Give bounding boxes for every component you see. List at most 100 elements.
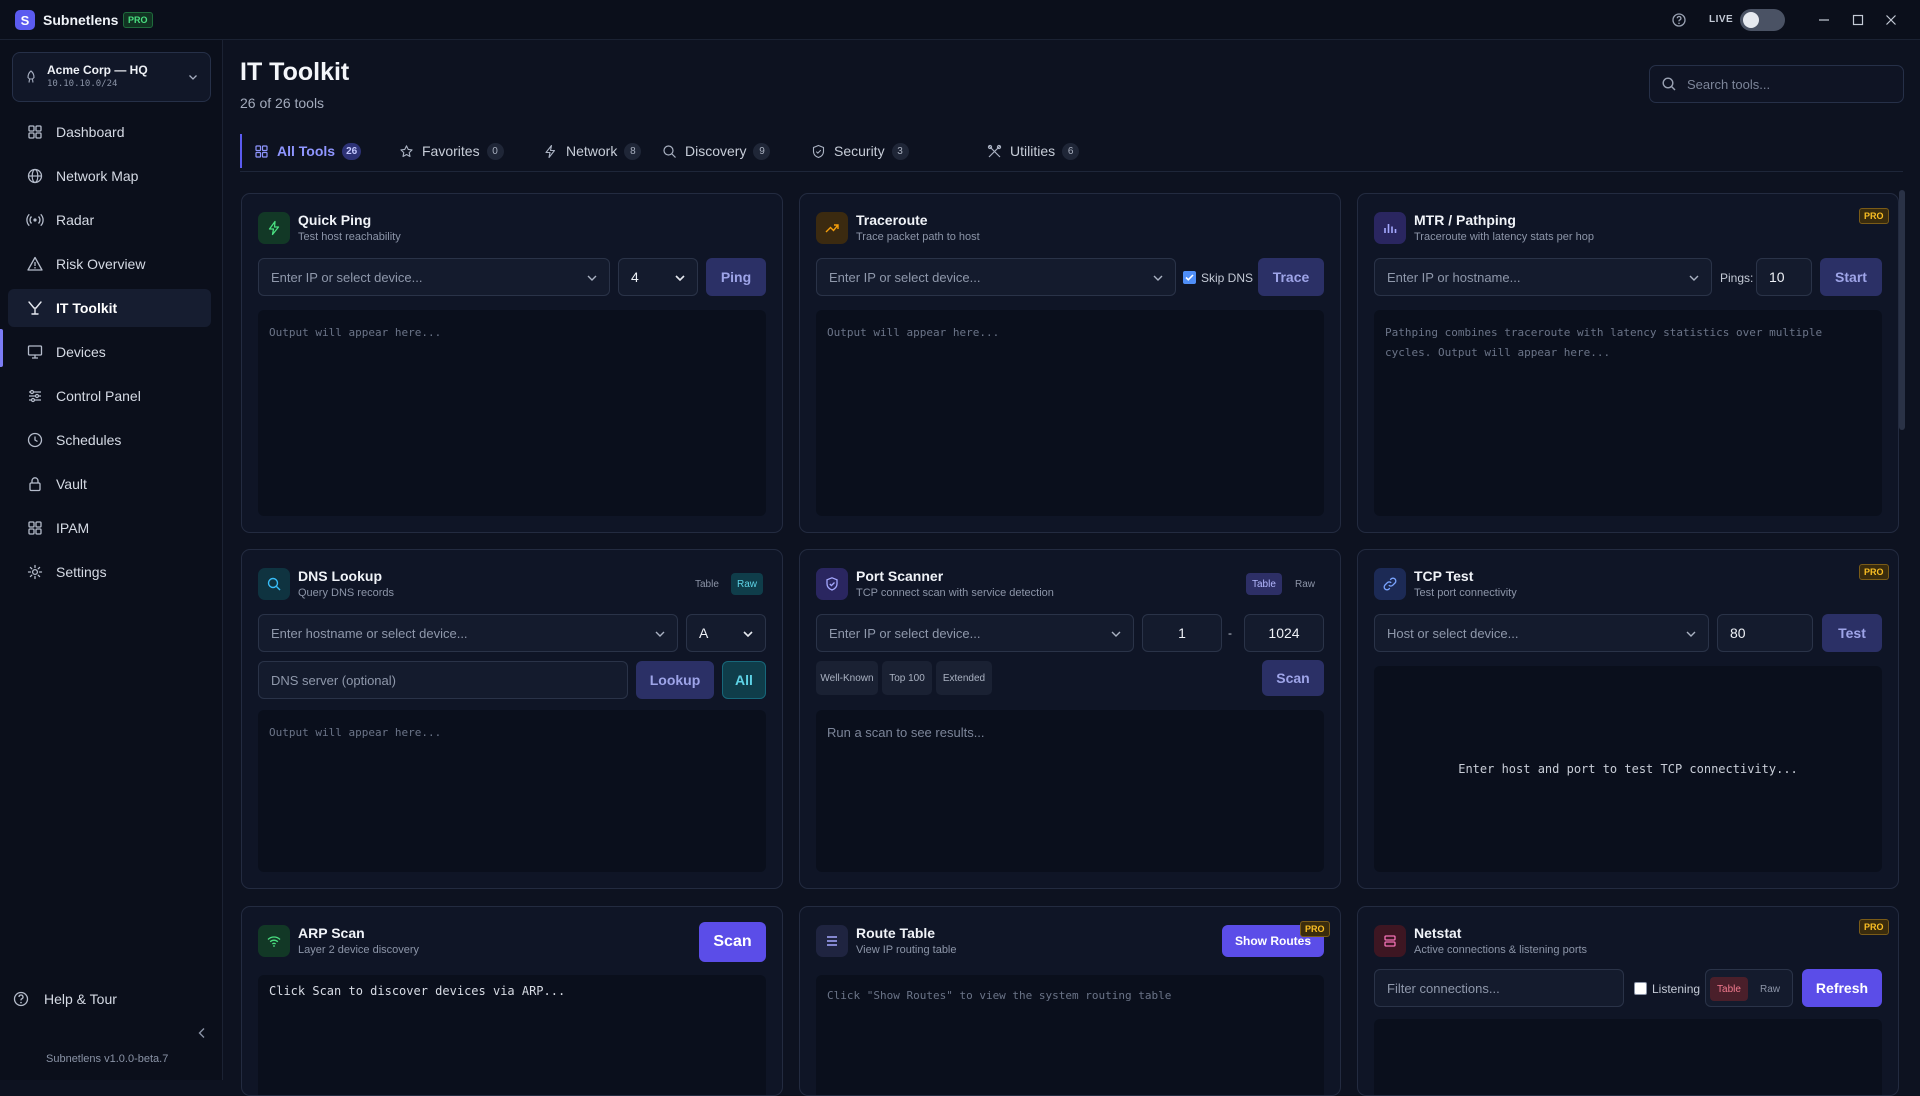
scan-button[interactable]: Scan [1262, 660, 1324, 696]
collapse-sidebar-icon[interactable] [194, 1025, 210, 1041]
dns-target-select[interactable]: Enter hostname or select device... [258, 614, 678, 652]
link-icon [1374, 568, 1406, 600]
sidebar-item-label: Settings [56, 564, 107, 580]
grid-icon [28, 521, 42, 535]
tab-count: 0 [486, 142, 504, 160]
sliders-icon [29, 389, 41, 403]
card-subtitle: Test port connectivity [1414, 587, 1517, 599]
card-title: Port Scanner [856, 568, 944, 584]
sidebar-item-dashboard[interactable]: Dashboard [8, 113, 211, 151]
tab-security[interactable]: Security 3 [797, 130, 909, 172]
site-selector[interactable]: Acme Corp — HQ 10.10.10.0/24 [12, 52, 211, 102]
maximize-icon[interactable] [1850, 12, 1866, 28]
main-scrollbar[interactable] [1899, 190, 1905, 430]
gear-icon [27, 564, 43, 580]
sidebar-item-it-toolkit[interactable]: IT Toolkit [8, 289, 211, 327]
lookup-button[interactable]: Lookup [636, 661, 714, 699]
card-subtitle: View IP routing table [856, 944, 957, 956]
sidebar-item-devices[interactable]: Devices [8, 333, 211, 371]
bar-chart-icon [1374, 212, 1406, 244]
search-input[interactable] [1687, 76, 1887, 92]
sidebar-item-label: Network Map [56, 168, 139, 184]
tab-discovery[interactable]: Discovery 9 [648, 130, 771, 172]
shield-icon [812, 144, 825, 158]
search-icon [663, 144, 676, 158]
field-placeholder: Enter IP or hostname... [1387, 269, 1521, 285]
pro-badge: PRO [1300, 921, 1330, 937]
preset-well-known[interactable]: Well-Known [816, 661, 878, 695]
ping-target-select[interactable]: Enter IP or select device... [258, 258, 610, 296]
live-toggle[interactable] [1740, 9, 1785, 31]
portscan-output: Run a scan to see results... [816, 710, 1324, 872]
view-table-toggle[interactable]: Table [1246, 573, 1282, 595]
sidebar-item-vault[interactable]: Vault [8, 465, 211, 503]
ping-count-select[interactable]: 4 [618, 258, 698, 296]
tab-count: 6 [1062, 142, 1080, 160]
mtr-target-select[interactable]: Enter IP or hostname... [1374, 258, 1712, 296]
sidebar-item-label: Schedules [56, 432, 122, 448]
port-from-input[interactable]: 1 [1142, 614, 1222, 652]
card-subtitle: Active connections & listening ports [1414, 944, 1588, 956]
help-tour-label: Help & Tour [44, 991, 117, 1007]
sidebar-item-network-map[interactable]: Network Map [8, 157, 211, 195]
ping-button[interactable]: Ping [706, 258, 766, 296]
card-subtitle: Test host reachability [298, 231, 401, 243]
warning-icon [27, 256, 43, 271]
category-tabs: All Tools 26 Favorites 0 Network 8 Disco… [240, 130, 1903, 172]
tab-network[interactable]: Network 8 [529, 130, 642, 172]
tab-utilities[interactable]: Utilities 6 [973, 130, 1080, 172]
tools-icon [987, 144, 1002, 157]
sidebar-item-risk-overview[interactable]: Risk Overview [8, 245, 211, 283]
tcp-host-select[interactable]: Host or select device... [1374, 614, 1709, 652]
portscan-target-select[interactable]: Enter IP or select device... [816, 614, 1134, 652]
search-box[interactable] [1649, 65, 1904, 103]
sidebar-item-label: Risk Overview [56, 256, 146, 272]
trace-button[interactable]: Trace [1258, 258, 1324, 296]
tab-all-tools[interactable]: All Tools 26 [240, 130, 362, 172]
tcp-test-button[interactable]: Test [1822, 614, 1882, 652]
view-table-toggle[interactable]: Table [1710, 977, 1748, 1001]
preset-top-100[interactable]: Top 100 [882, 661, 932, 695]
card-subtitle: TCP connect scan with service detection [856, 587, 1054, 599]
sidebar-item-ipam[interactable]: IPAM [8, 509, 211, 547]
arp-scan-button[interactable]: Scan [699, 922, 766, 962]
help-icon[interactable] [1671, 12, 1687, 28]
view-raw-toggle[interactable]: Raw [1289, 573, 1321, 595]
view-raw-toggle[interactable]: Raw [731, 573, 764, 595]
lookup-all-button[interactable]: All [722, 661, 766, 699]
chevron-down-icon [1111, 631, 1121, 637]
star-icon [400, 144, 413, 157]
dns-server-input[interactable]: DNS server (optional) [258, 661, 628, 699]
clock-icon [27, 432, 43, 448]
sidebar-item-schedules[interactable]: Schedules [8, 421, 211, 459]
skip-dns-checkbox[interactable] [1183, 271, 1196, 284]
sidebar-item-radar[interactable]: Radar [8, 201, 211, 239]
view-raw-toggle[interactable]: Raw [1751, 977, 1789, 1001]
output-text: Enter host and port to test TCP connecti… [1458, 762, 1798, 776]
chevron-down-icon [1686, 631, 1696, 637]
close-icon[interactable] [1883, 12, 1899, 28]
record-type-select[interactable]: A [686, 614, 766, 652]
tool-card-mtr: MTR / Pathping Traceroute with latency s… [1357, 193, 1899, 533]
tab-label: Utilities [1010, 143, 1056, 159]
sidebar-item-settings[interactable]: Settings [8, 553, 211, 591]
traceroute-target-select[interactable]: Enter IP or select device... [816, 258, 1176, 296]
view-table-toggle[interactable]: Table [689, 573, 725, 595]
mtr-start-button[interactable]: Start [1820, 258, 1882, 296]
help-tour-link[interactable]: Help & Tour [12, 990, 117, 1008]
pings-input[interactable]: 10 [1756, 258, 1812, 296]
tcp-port-input[interactable]: 80 [1717, 614, 1813, 652]
field-placeholder: Enter hostname or select device... [271, 625, 468, 641]
tab-favorites[interactable]: Favorites 0 [385, 130, 504, 172]
card-subtitle: Layer 2 device discovery [298, 944, 420, 956]
sidebar-item-control-panel[interactable]: Control Panel [8, 377, 211, 415]
minimize-icon[interactable] [1816, 12, 1832, 28]
tool-card-arp-scan: ARP Scan Layer 2 device discovery Scan C… [241, 906, 783, 1096]
preset-extended[interactable]: Extended [936, 661, 992, 695]
listening-checkbox[interactable] [1634, 982, 1647, 995]
field-value: 1024 [1268, 625, 1300, 641]
netstat-refresh-button[interactable]: Refresh [1802, 969, 1882, 1007]
port-to-input[interactable]: 1024 [1244, 614, 1324, 652]
chevron-down-icon [587, 275, 597, 281]
filter-connections-input[interactable]: Filter connections... [1374, 969, 1624, 1007]
